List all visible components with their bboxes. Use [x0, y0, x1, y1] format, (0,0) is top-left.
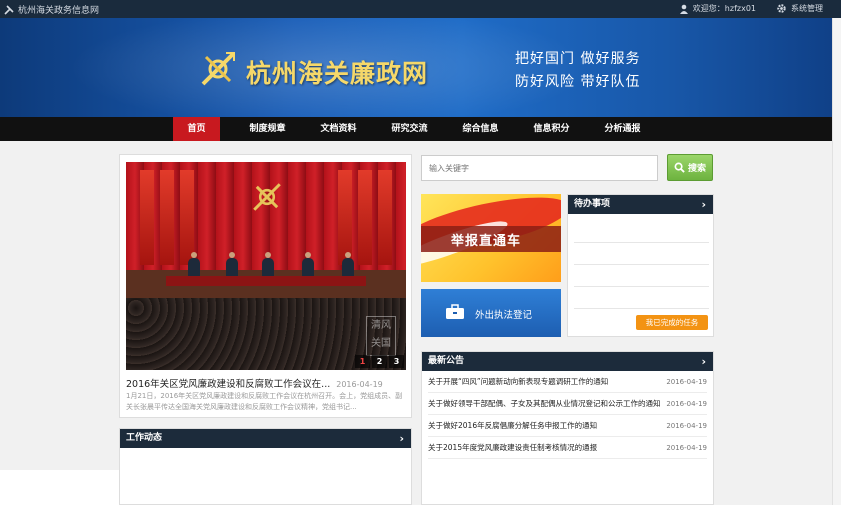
system-admin-link[interactable]: 系统管理 [776, 3, 823, 14]
notices-header[interactable]: 最新公告 › [422, 352, 713, 371]
notice-title[interactable]: 关于2015年度党风廉政建设责任制考核情况的通报 [428, 437, 663, 458]
notice-date: 2016-04-19 [666, 422, 707, 430]
user-icon [679, 4, 688, 14]
search-icon [674, 162, 685, 173]
slider-pagination: 1 2 3 [355, 355, 404, 368]
banner-slogan-1: 把好国门 做好服务 [515, 51, 641, 67]
search-button-label: 搜索 [687, 164, 706, 174]
list-item [574, 221, 709, 243]
list-item[interactable]: 关于开展“四风”问题新动向新表现专题调研工作的通知 2016-04-19 [428, 371, 707, 393]
notice-title[interactable]: 关于做好2016年反腐倡廉分解任务申报工作的通知 [428, 415, 663, 436]
chevron-right-icon[interactable]: › [701, 352, 706, 371]
list-item [574, 287, 709, 309]
nav-item-info-points[interactable]: 信息积分 [504, 117, 599, 141]
featured-news-panel: 清风关国 1 2 3 2016年关区党风廉政建设和反腐败工作会议在... 2016… [119, 154, 412, 418]
nav-item-analysis[interactable]: 分析通报 [599, 117, 646, 141]
banner-slogan-2: 防好风险 带好队伍 [515, 74, 641, 90]
briefcase-icon [446, 304, 464, 319]
nav-item-documents[interactable]: 文档资料 [315, 117, 362, 141]
nav-item-general-info[interactable]: 综合信息 [457, 117, 504, 141]
system-admin-label: 系统管理 [791, 4, 823, 13]
tools-icon [4, 4, 14, 15]
main-nav: 首页 制度规章 文档资料 研究交流 综合信息 信息积分 分析通报 [0, 117, 841, 141]
site-banner: 杭州海关廉政网 把好国门 做好服务 防好风险 带好队伍 [0, 18, 841, 117]
customs-emblem-icon [253, 183, 281, 211]
outside-duty-label: 外出执法登记 [475, 310, 533, 321]
list-item[interactable]: 关于2015年度党风廉政建设责任制考核情况的通报 2016-04-19 [428, 437, 707, 459]
latest-notices-panel: 最新公告 › 关于开展“四风”问题新动向新表现专题调研工作的通知 2016-04-… [421, 351, 714, 505]
todo-header[interactable]: 待办事项 › [568, 195, 713, 214]
work-news-panel: 工作动态 › [119, 428, 412, 505]
report-hotline-tile[interactable]: 举报直通车 [421, 194, 561, 282]
top-bar: 杭州海关政务信息网 欢迎您：hzfzx01 系统管理 [0, 0, 841, 18]
todo-panel: 待办事项 › 我已完成的任务 [567, 194, 714, 337]
notice-date: 2016-04-19 [666, 378, 707, 386]
list-item[interactable]: 关于做好2016年反腐倡廉分解任务申报工作的通知 2016-04-19 [428, 415, 707, 437]
search-input[interactable] [421, 155, 658, 181]
notice-date: 2016-04-19 [666, 400, 707, 408]
notice-title[interactable]: 关于做好领导干部配偶、子女及其配偶从业情况登记和公示工作的通知 [428, 393, 663, 414]
list-item [574, 265, 709, 287]
slide-dot-2[interactable]: 2 [372, 355, 387, 368]
completed-tasks-button[interactable]: 我已完成的任务 [636, 315, 708, 330]
gear-icon [777, 4, 786, 13]
banner-title: 杭州海关廉政网 [246, 59, 429, 88]
slide-dot-3[interactable]: 3 [389, 355, 404, 368]
site-name: 杭州海关政务信息网 [4, 3, 99, 16]
featured-news-title[interactable]: 2016年关区党风廉政建设和反腐败工作会议在... [126, 379, 330, 390]
customs-emblem-icon [201, 52, 235, 86]
featured-news-photo[interactable]: 清风关国 1 2 3 [126, 162, 406, 370]
featured-news-headline[interactable]: 2016年关区党风廉政建设和反腐败工作会议在... 2016-04-19 [126, 376, 406, 390]
list-item [574, 243, 709, 265]
notice-date: 2016-04-19 [666, 444, 707, 452]
outside-duty-tile[interactable]: 外出执法登记 [421, 289, 561, 337]
work-news-header[interactable]: 工作动态 › [120, 429, 411, 448]
notices-title: 最新公告 [428, 356, 465, 366]
search-button[interactable]: 搜索 [667, 154, 713, 181]
slide-dot-1[interactable]: 1 [355, 355, 370, 368]
nav-item-home[interactable]: 首页 [173, 117, 220, 141]
site-name-label: 杭州海关政务信息网 [18, 6, 100, 16]
page-bottom-area [0, 470, 119, 505]
user-welcome[interactable]: 欢迎您：hzfzx01 [679, 3, 756, 14]
welcome-text: 欢迎您：hzfzx01 [692, 4, 756, 13]
photo-watermark: 清风关国 [366, 316, 396, 356]
work-news-title: 工作动态 [126, 433, 163, 443]
todo-title: 待办事项 [574, 199, 611, 209]
chevron-right-icon[interactable]: › [701, 195, 706, 214]
vertical-scrollbar[interactable] [832, 18, 841, 505]
featured-news-date: 2016-04-19 [336, 380, 383, 389]
nav-item-research[interactable]: 研究交流 [362, 117, 457, 141]
list-item[interactable]: 关于做好领导干部配偶、子女及其配偶从业情况登记和公示工作的通知 2016-04-1… [428, 393, 707, 415]
nav-item-regulations[interactable]: 制度规章 [220, 117, 315, 141]
featured-news-description: 1月21日，2016年关区党风廉政建设和反腐败工作会议在杭州召开。会上，党组成员… [126, 392, 403, 411]
notice-title[interactable]: 关于开展“四风”问题新动向新表现专题调研工作的通知 [428, 371, 663, 392]
todo-list [574, 221, 709, 309]
report-hotline-label: 举报直通车 [451, 234, 522, 249]
chevron-right-icon[interactable]: › [399, 429, 404, 448]
